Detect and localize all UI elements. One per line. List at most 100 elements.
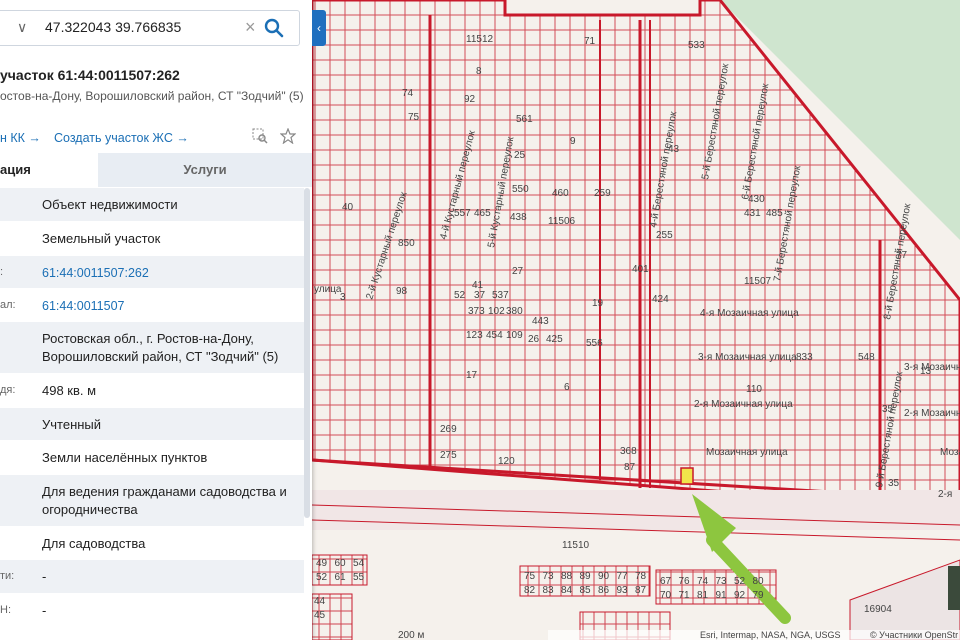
attribute-row: : 61:44:0011507:262 [0,256,304,289]
plot-number: 424 [652,294,669,305]
plot-number: 110 [746,384,762,395]
search-icon[interactable] [261,15,287,41]
plot-number: 3 [340,292,346,303]
attribute-row: Ростовская обл., г. Ростов-на-Дону, Воро… [0,322,304,374]
plot-number: 259 [594,188,611,199]
plot-number: 75 [524,571,536,582]
plot-number: 75 [408,112,420,123]
plot-number: 35 [888,478,900,489]
plot-number: 52 [734,576,746,587]
map-credits: Esri, Intermap, NASA, NGA, USGS [700,630,841,640]
plot-number: 123 [466,330,483,341]
street-label: 2-я [938,489,952,500]
plot-number: 74 [697,576,709,587]
attribute-value: Для садоводства [42,535,146,551]
block-label: 11512 [466,34,494,45]
attribute-value: Земельный участок [42,231,161,246]
selected-parcel [680,467,694,485]
map-attribution: © Участники OpenStr [870,630,958,640]
plot-number: 401 [632,264,649,275]
plot-number: 368 [620,446,637,457]
plot-number: 533 [688,40,705,51]
create-plot-link[interactable]: Создать участок ЖС → [54,131,189,145]
block-label: 11507 [744,276,772,287]
plot-number: 425 [546,334,563,345]
plot-number: 548 [858,352,875,363]
plot-number: 454 [486,330,503,341]
plot-number: 44 [314,596,326,607]
tab-information[interactable]: ация [0,153,98,187]
plot-number: 431 [744,208,761,219]
plot-number: 80 [753,576,765,587]
area-search-icon[interactable] [252,128,268,144]
star-icon[interactable] [279,127,297,145]
attribute-value: Учтенный [42,416,102,432]
plot-number: 120 [498,456,515,467]
basemap-switcher-thumbnail[interactable] [948,566,960,610]
collapse-panel-button[interactable]: ‹ [312,10,326,46]
tab-services[interactable]: Услуги [98,153,312,187]
panel-tabs: ация Услуги [0,153,312,187]
block-label: 11506 [548,216,576,227]
plot-number: 77 [617,571,629,582]
attribute-label: : [0,265,4,278]
street-label: 4-я Мозаичная улица [700,308,799,319]
plot-number: 91 [716,590,728,601]
cadastral-number-link[interactable]: 61:44:0011507 [42,297,298,315]
search-input[interactable] [43,18,227,36]
plot-number: 73 [716,576,728,587]
panel-scrollbar[interactable] [304,188,310,518]
plot-number: 373 [468,306,485,317]
plot-number: 8 [476,66,482,77]
attribute-table: Объект недвижимости Земельный участок: 61:… [0,188,304,627]
plot-number: 26 [528,334,540,345]
plot-number: 45 [314,610,326,621]
attribute-label: ти: [0,570,15,582]
plot-number: 93 [617,585,629,596]
plot-number: 60 [335,558,347,569]
plot-number: 74 [402,88,414,99]
attribute-row: Земельный участок [0,222,304,256]
plot-number: 98 [396,286,408,297]
plot-number: 76 [679,576,691,587]
plot-number: 537 [492,290,509,301]
search-box[interactable]: ∨ × [0,10,300,46]
street-label: 3-я Мозаичная улица [698,352,797,363]
plot-number: 84 [561,585,573,596]
plot-number: 87 [624,462,636,473]
plot-number: 850 [398,238,415,249]
plot-number: 61 [335,572,347,583]
plot-number: 71 [679,590,691,601]
plot-number: 27 [512,266,524,277]
plot-number: 85 [580,585,592,596]
plot-number: 275 [440,450,457,461]
attribute-value: Ростовская обл., г. Ростов-на-Дону, Воро… [42,331,279,364]
attribute-label: Н: [0,603,11,616]
kk-link[interactable]: н КК → [0,131,41,145]
plot-number: 255 [656,230,673,241]
attribute-row: Земли населённых пунктов [0,441,304,475]
plot-number: 73 [543,571,555,582]
chevron-down-icon[interactable]: ∨ [17,19,27,36]
plot-number: 269 [440,424,457,435]
block-label: 11510 [562,540,590,551]
plot-number: 49 [316,558,328,569]
plot-number: 70 [660,590,672,601]
plot-number: 92 [464,94,476,105]
cadastral-number-link[interactable]: 61:44:0011507:262 [42,264,298,282]
plot-number: 465 [474,208,491,219]
plot-number: 25 [514,150,526,161]
attribute-value: Для ведения гражданами садоводства и ого… [42,484,287,517]
street-label: 2-я Мозаичная [904,408,960,419]
plot-number: 37 [474,290,486,301]
plot-number: 35 [882,404,894,415]
plot-number: 52 [454,290,466,301]
plot-number: 90 [598,571,610,582]
close-icon[interactable]: × [245,17,256,38]
block-label: 16904 [864,604,892,615]
plot-number: 40 [342,202,354,213]
plot-number: 460 [552,188,569,199]
plot-number: 9 [570,136,576,147]
plot-number: 92 [734,590,746,601]
plot-number: 86 [598,585,610,596]
